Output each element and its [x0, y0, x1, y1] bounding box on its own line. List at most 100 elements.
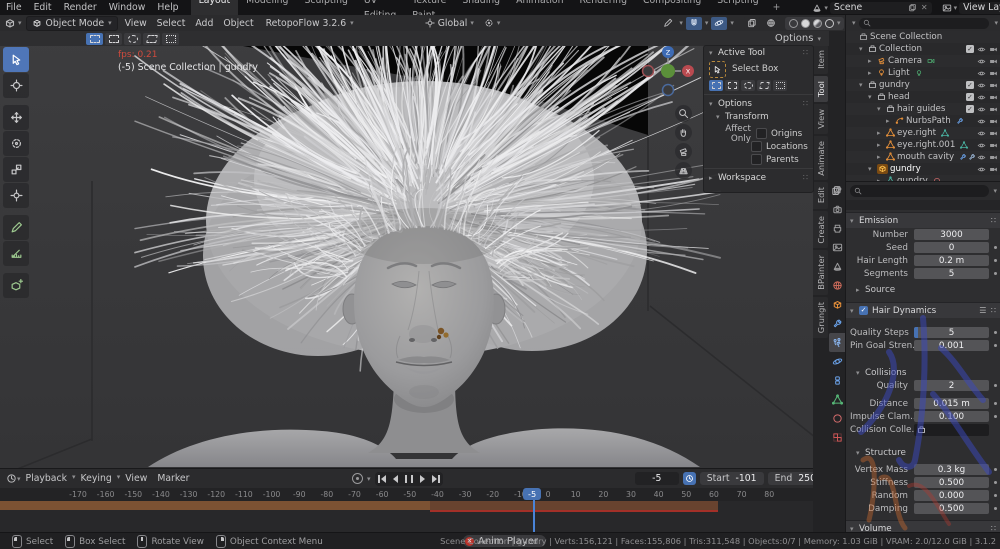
tab-tool[interactable] [829, 181, 845, 200]
pivot-dropdown[interactable]: ▾ [480, 18, 505, 28]
sidebar-tab-grungit[interactable]: Grungit [813, 297, 828, 338]
tab-view-layer[interactable] [829, 238, 845, 257]
auto-keyframe-button[interactable] [683, 472, 696, 485]
value-field[interactable]: 3000 [914, 229, 989, 240]
annotate-tool[interactable] [3, 215, 29, 240]
editor-type-icon[interactable] [6, 473, 17, 484]
options-header[interactable]: ▾Options∷ [704, 97, 813, 110]
viewport-menu-select[interactable]: Select [152, 18, 191, 29]
jump-to-start-button[interactable] [378, 475, 386, 483]
tab-world[interactable] [829, 276, 845, 295]
disclosure-right-icon[interactable]: ▸ [877, 141, 886, 149]
timeline-menu-view[interactable]: View [120, 473, 152, 484]
disclosure-right-icon[interactable]: ▸ [868, 57, 877, 65]
locations-checkbox[interactable] [751, 141, 762, 152]
orientation-dropdown[interactable]: Global▾ [421, 18, 478, 29]
value-field[interactable]: 0.2 m [914, 255, 989, 266]
animate-dot-icon[interactable] [994, 344, 997, 347]
close-icon[interactable]: ✕ [921, 3, 928, 12]
viewport-3d[interactable]: Options▾ fps: 0.21 (-5) Scene Collection… [0, 31, 845, 468]
panel-header-emission[interactable]: ▾Emission∷ [846, 212, 1000, 228]
scene-name[interactable]: Scene [834, 2, 904, 13]
pause-button[interactable] [405, 475, 413, 483]
add-workspace-button[interactable]: + [767, 2, 787, 13]
outliner-row-eye-right-001[interactable]: ▸eye.right.001 [846, 139, 1000, 151]
scale-tool[interactable] [3, 157, 29, 182]
select-mode-circle-button[interactable] [124, 33, 141, 45]
transform-header[interactable]: ▾Transform [704, 110, 813, 123]
viewport-menu-view[interactable]: View [120, 18, 152, 29]
copy-icon[interactable] [908, 3, 917, 12]
playhead-badge[interactable]: -5 [523, 488, 541, 500]
pan-button[interactable] [675, 124, 692, 141]
sidebar-tab-animate[interactable]: Animate [813, 136, 828, 181]
outliner-row-mouth-cavity[interactable]: ▸mouth cavity [846, 151, 1000, 163]
axis-neg-x-handle[interactable] [643, 66, 654, 77]
sidebar-tab-bpainter[interactable]: BPainter [813, 250, 828, 295]
timeline-menu-marker[interactable]: Marker [152, 473, 194, 484]
sidebar-tab-item[interactable]: Item [813, 45, 828, 74]
exclude-checkbox[interactable]: ✓ [966, 93, 974, 101]
disclosure-down-icon[interactable]: ▾ [859, 81, 868, 89]
hair-dynamics-checkbox[interactable]: ✓ [859, 306, 868, 315]
menu-window[interactable]: Window [103, 2, 152, 13]
disclosure-right-icon[interactable]: ▸ [877, 153, 886, 161]
tab-object-data[interactable] [829, 390, 845, 409]
disclosure-down-icon[interactable]: ▾ [877, 105, 886, 113]
menu-render[interactable]: Render [58, 2, 103, 13]
sidebar-tab-tool[interactable]: Tool [813, 76, 828, 102]
animate-dot-icon[interactable] [994, 468, 997, 471]
outliner-row-nurbspath[interactable]: ▸NurbsPath [846, 115, 1000, 127]
outliner-row-camera[interactable]: ▸Camera [846, 55, 1000, 67]
active-tool-header[interactable]: ▾Active Tool∷ [704, 46, 813, 59]
animate-dot-icon[interactable] [994, 384, 997, 387]
zoom-button[interactable] [675, 105, 692, 122]
timeline-ruler[interactable]: -170-160-150-140-130-120-110-100-90-80-7… [0, 488, 845, 501]
rendered-shading-button[interactable] [825, 19, 834, 28]
tab-render[interactable] [829, 200, 845, 219]
record-button[interactable] [352, 473, 363, 484]
camera-view-button[interactable] [675, 143, 692, 160]
editor-type-icon[interactable] [4, 17, 16, 29]
value-field[interactable]: 0.015 m [914, 398, 989, 409]
properties-search[interactable] [850, 185, 989, 197]
outliner-row-head[interactable]: ▾head✓ [846, 91, 1000, 103]
animate-dot-icon[interactable] [994, 331, 997, 334]
select-mode-pick-button[interactable] [162, 33, 179, 45]
tab-material[interactable] [829, 409, 845, 428]
tab-constraints[interactable] [829, 371, 845, 390]
add-cube-tool[interactable] [3, 273, 29, 298]
animate-dot-icon[interactable] [994, 481, 997, 484]
value-field[interactable]: 2 [914, 380, 989, 391]
menu-edit[interactable]: Edit [28, 2, 58, 13]
material-shading-button[interactable] [813, 19, 822, 28]
mode-pick-button[interactable] [773, 80, 787, 91]
disclosure-right-icon[interactable]: ▸ [886, 117, 895, 125]
viewport-menu-object[interactable]: Object [218, 18, 258, 29]
animate-dot-icon[interactable] [994, 494, 997, 497]
value-field[interactable]: 0.500 [914, 477, 989, 488]
outliner-row-collection[interactable]: ▾Collection✓ [846, 43, 1000, 55]
sidebar-tab-view[interactable]: View [813, 104, 828, 134]
prev-keyframe-button[interactable] [393, 475, 398, 483]
animate-dot-icon[interactable] [994, 402, 997, 405]
select-mode-box-button[interactable] [105, 33, 122, 45]
subpanel-header-collisions[interactable]: ▾Collisions [846, 366, 1000, 379]
show-gizmo-button[interactable] [744, 17, 760, 30]
mode-circle-button[interactable] [741, 80, 755, 91]
animate-dot-icon[interactable] [994, 272, 997, 275]
workspace-header[interactable]: ▸Workspace∷ [704, 171, 813, 184]
select-mode-tweak-button[interactable] [86, 33, 103, 45]
transform-tool[interactable] [3, 183, 29, 208]
options-dropdown[interactable]: Options▾ [775, 33, 821, 44]
viewport-menu-add[interactable]: Add [190, 18, 218, 29]
value-field[interactable]: 0.3 kg [914, 464, 989, 475]
value-field[interactable]: 0.500 [914, 503, 989, 514]
disclosure-right-icon[interactable]: ▸ [868, 69, 877, 77]
view-layer-selector[interactable]: ▾ View Layer ✕ [942, 2, 1000, 14]
outliner-row-eye-right[interactable]: ▸eye.right [846, 127, 1000, 139]
ortho-toggle-button[interactable] [675, 162, 692, 179]
value-field[interactable]: 0.100 [914, 411, 989, 422]
mode-lasso-button[interactable] [757, 80, 771, 91]
mode-dropdown[interactable]: Object Mode ▾ [26, 16, 118, 31]
